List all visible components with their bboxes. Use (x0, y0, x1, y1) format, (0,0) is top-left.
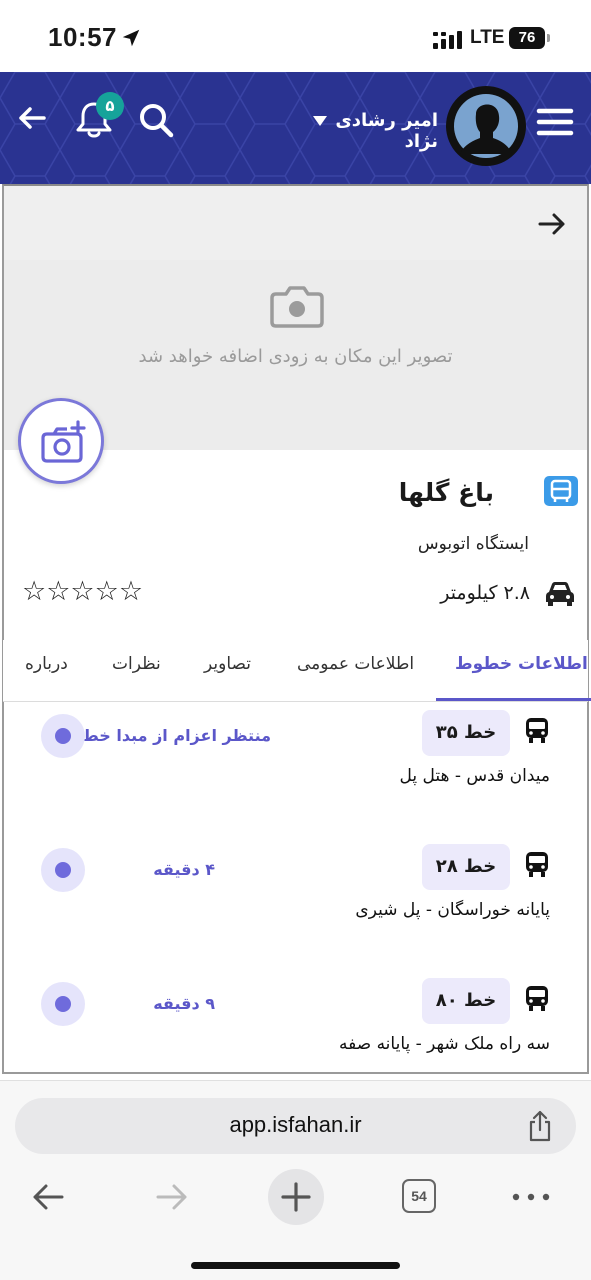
line-number: خط ۲۸ (422, 844, 510, 890)
camera-plus-icon (41, 420, 86, 463)
forward-arrow-icon[interactable] (534, 206, 570, 242)
line-number: خط ۳۵ (422, 710, 510, 756)
url-text[interactable]: app.isfahan.ir (15, 1112, 576, 1138)
hamburger-menu-icon[interactable] (536, 106, 574, 138)
new-tab-button[interactable] (268, 1169, 324, 1225)
line-route: پایانه خوراسگان - پل شیری (355, 900, 550, 920)
status-dot (41, 714, 85, 758)
network-type: LTE (470, 27, 505, 48)
address-bar[interactable]: app.isfahan.ir (15, 1098, 576, 1154)
list-item[interactable]: خط ۸۰ سه راه ملک شهر - پایانه صفه ۹ دقیق… (3, 970, 588, 1074)
tab-general-info[interactable]: اطلاعات عمومی (297, 654, 414, 674)
avatar[interactable] (446, 86, 526, 166)
list-item[interactable]: خط ۳۵ میدان قدس - هتل پل منتظر اعزام از … (3, 702, 588, 836)
avatar-silhouette-icon (454, 94, 518, 158)
status-dot (41, 982, 85, 1026)
tab-line-info[interactable]: اطلاعات خطوط (455, 654, 588, 674)
share-icon[interactable] (525, 1110, 555, 1142)
home-indicator (191, 1262, 400, 1269)
distance-value: ۲.۸ کیلومتر (440, 582, 530, 604)
location-arrow-icon (122, 29, 140, 47)
bus-icon (526, 852, 548, 877)
line-number: خط ۸۰ (422, 978, 510, 1024)
line-route: سه راه ملک شهر - پایانه صفه (339, 1034, 550, 1054)
user-name[interactable]: امیر رشادی نژاد (330, 110, 438, 152)
tab-reviews[interactable]: نظرات (112, 654, 161, 674)
more-icon[interactable] (512, 1193, 550, 1201)
plus-icon (281, 1182, 311, 1212)
battery-level: 76 (509, 27, 545, 49)
line-route: میدان قدس - هتل پل (399, 766, 551, 786)
bus-stop-icon (544, 476, 578, 506)
status-bar: 10:57 LTE 76 (0, 0, 591, 72)
rating-stars[interactable]: ☆☆☆☆☆ (22, 576, 143, 607)
back-arrow-icon[interactable] (14, 100, 50, 136)
add-photo-button[interactable] (18, 398, 104, 484)
tabs-count-button[interactable]: 54 (402, 1179, 436, 1213)
bus-lines-list: خط ۳۵ میدان قدس - هتل پل منتظر اعزام از … (3, 702, 588, 1074)
place-type: ایستگاه اتوبوس (417, 534, 529, 554)
line-arrival-status: منتظر اعزام از مبدا خط (82, 726, 271, 745)
browser-forward-icon[interactable] (152, 1177, 192, 1217)
tab-about[interactable]: درباره (25, 654, 68, 674)
car-icon (546, 582, 574, 606)
battery-icon: 76 (509, 27, 551, 49)
app-header: ۵ امیر رشادی نژاد (0, 72, 591, 184)
status-time: 10:57 (48, 22, 117, 52)
bus-icon (526, 718, 548, 743)
bus-icon (526, 986, 548, 1011)
battery-tip (547, 34, 550, 42)
camera-icon (270, 286, 324, 328)
browser-back-icon[interactable] (28, 1177, 68, 1217)
status-dot (41, 848, 85, 892)
active-tab-indicator (436, 698, 591, 701)
caret-down-icon[interactable] (313, 116, 327, 126)
browser-toolbar: app.isfahan.ir 54 (0, 1080, 591, 1280)
notification-badge: ۵ (96, 92, 124, 120)
place-title: باغ گلها (398, 478, 494, 507)
search-icon[interactable] (136, 100, 176, 140)
tab-images[interactable]: تصاویر (204, 654, 251, 674)
image-placeholder-text: تصویر این مکان به زودی اضافه خواهد شد (138, 346, 453, 367)
tab-bar: اطلاعات خطوط اطلاعات عمومی تصاویر نظرات … (3, 640, 591, 702)
signal-icon (433, 31, 462, 49)
list-item[interactable]: خط ۲۸ پایانه خوراسگان - پل شیری ۴ دقیقه (3, 836, 588, 970)
